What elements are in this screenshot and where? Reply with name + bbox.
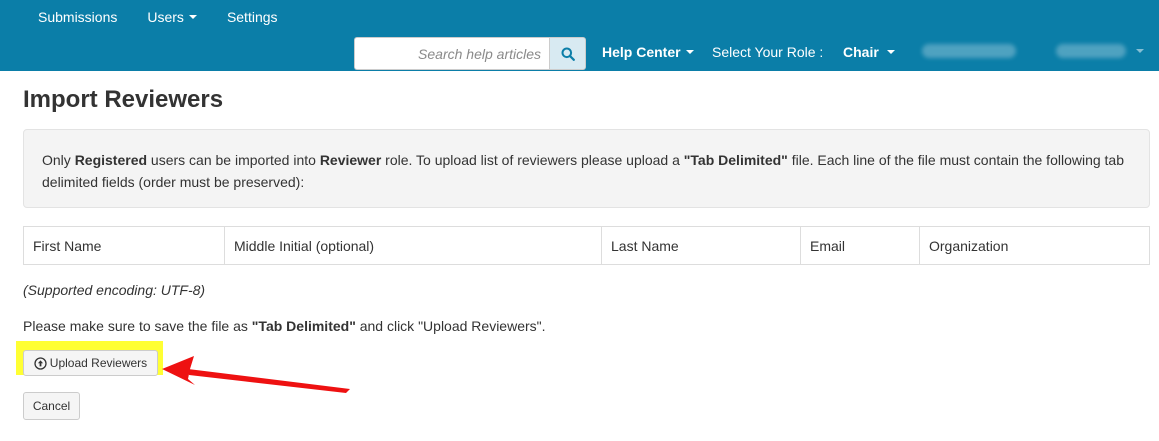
red-arrow-annotation — [162, 356, 350, 393]
instructions-box: Only Registered users can be imported in… — [23, 129, 1150, 208]
info-bold-tab-delimited: "Tab Delimited" — [683, 152, 788, 168]
search-input[interactable] — [354, 37, 549, 70]
page-title: Import Reviewers — [23, 86, 224, 113]
upload-reviewers-button[interactable]: Upload Reviewers — [23, 350, 158, 376]
field-organization: Organization — [919, 226, 1150, 265]
search-icon — [561, 47, 575, 61]
nav-users-label: Users — [147, 9, 184, 25]
nav-settings-label: Settings — [226, 9, 278, 25]
save-note: Please make sure to save the file as "Ta… — [23, 318, 546, 334]
field-last-name: Last Name — [601, 226, 801, 265]
caret-down-icon — [886, 50, 895, 54]
caret-down-icon — [1136, 49, 1144, 53]
info-text: role. To upload list of reviewers please… — [381, 152, 684, 168]
search-button[interactable] — [549, 37, 586, 70]
top-navbar: Submissions Users Settings Help Center S… — [0, 0, 1159, 71]
save-note-text: and click "Upload Reviewers". — [355, 318, 546, 334]
info-bold-reviewer: Reviewer — [319, 152, 382, 168]
field-middle-initial: Middle Initial (optional) — [224, 226, 602, 265]
fields-table: First Name Middle Initial (optional) Las… — [23, 226, 1150, 265]
caret-down-icon — [685, 50, 694, 54]
main-nav: Submissions Users Settings — [0, 0, 293, 34]
save-note-text: Please make sure to save the file as — [23, 318, 252, 334]
role-label: Select Your Role : — [712, 44, 824, 60]
nav-submissions-label: Submissions — [38, 9, 118, 25]
field-email: Email — [800, 226, 920, 265]
nav-users[interactable]: Users — [132, 9, 212, 25]
cancel-label: Cancel — [32, 399, 71, 413]
upload-circle-arrow-icon — [34, 356, 47, 370]
help-search — [354, 37, 586, 70]
upload-reviewers-label: Upload Reviewers — [49, 356, 148, 370]
help-center-label: Help Center — [602, 44, 681, 60]
caret-down-icon — [188, 15, 197, 19]
save-note-bold: "Tab Delimited" — [251, 318, 356, 334]
blurred-user-menu[interactable] — [1056, 44, 1126, 58]
field-first-name: First Name — [23, 226, 225, 265]
cancel-button[interactable]: Cancel — [23, 392, 80, 420]
nav-settings[interactable]: Settings — [212, 9, 293, 25]
nav-submissions[interactable]: Submissions — [0, 9, 132, 25]
table-row: First Name Middle Initial (optional) Las… — [23, 226, 1150, 265]
role-value: Chair — [843, 44, 879, 60]
info-text: users can be imported into — [147, 152, 320, 168]
encoding-note: (Supported encoding: UTF-8) — [23, 282, 206, 298]
help-center-menu[interactable]: Help Center — [602, 44, 694, 60]
blurred-conference-menu[interactable] — [922, 44, 1016, 58]
role-selector[interactable]: Chair — [843, 44, 895, 60]
info-text: Only — [42, 152, 75, 168]
info-bold-registered: Registered — [74, 152, 148, 168]
